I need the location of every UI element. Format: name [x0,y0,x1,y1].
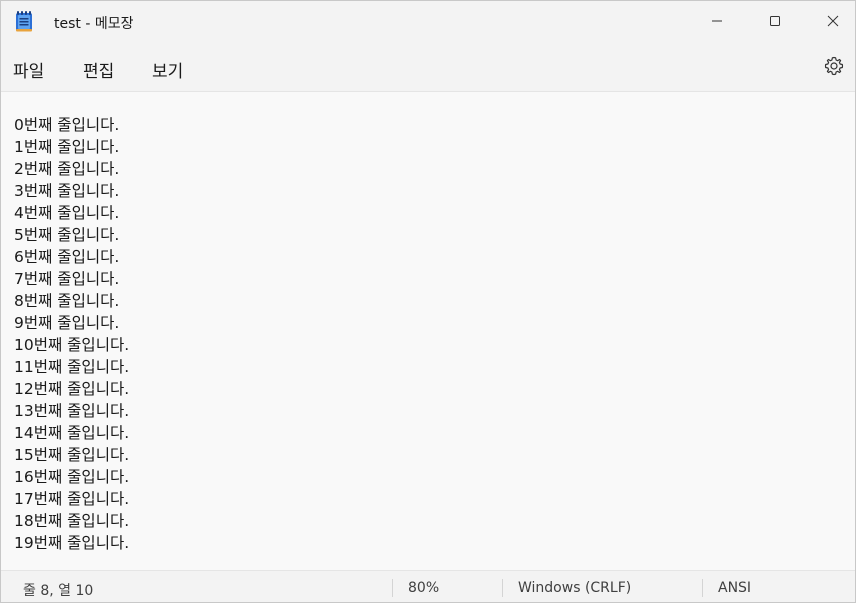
settings-button[interactable] [819,53,849,83]
editor-line[interactable]: 3번째 줄입니다. [14,180,129,202]
maximize-button[interactable] [746,1,804,41]
minimize-icon [711,15,723,27]
line-ending[interactable]: Windows (CRLF) [518,580,631,596]
editor-line[interactable]: 14번째 줄입니다. [14,422,129,444]
gear-icon [824,56,844,80]
notepad-window: test - 메모장 파일 편집 보기 0번째 줄입니다. 1번째 줄입니다. … [0,0,856,603]
menu-view[interactable]: 보기 [150,55,185,84]
menu-edit[interactable]: 편집 [81,55,116,84]
text-editor[interactable]: 0번째 줄입니다. 1번째 줄입니다. 2번째 줄입니다. 3번째 줄입니다. … [1,92,855,570]
close-button[interactable] [804,1,855,41]
editor-line[interactable]: 5번째 줄입니다. [14,224,129,246]
editor-line[interactable]: 19번째 줄입니다. [14,532,129,554]
editor-line[interactable]: 12번째 줄입니다. [14,378,129,400]
editor-line[interactable]: 7번째 줄입니다. [14,268,129,290]
editor-line[interactable]: 17번째 줄입니다. [14,488,129,510]
editor-line[interactable]: 4번째 줄입니다. [14,202,129,224]
zoom-level[interactable]: 80% [408,580,439,596]
editor-line[interactable]: 11번째 줄입니다. [14,356,129,378]
cursor-position: 줄 8, 열 10 [23,583,94,599]
editor-line[interactable]: 10번째 줄입니다. [14,334,129,356]
editor-lines: 0번째 줄입니다. 1번째 줄입니다. 2번째 줄입니다. 3번째 줄입니다. … [14,114,129,554]
editor-line[interactable]: 15번째 줄입니다. [14,444,129,466]
status-divider [702,579,703,597]
editor-line[interactable]: 2번째 줄입니다. [14,158,129,180]
menu-bar: 파일 편집 보기 [1,43,855,92]
title-bar[interactable]: test - 메모장 [1,1,855,43]
maximize-icon [769,15,781,27]
menu-file[interactable]: 파일 [11,55,46,84]
editor-line[interactable]: 0번째 줄입니다. [14,114,129,136]
editor-line[interactable]: 1번째 줄입니다. [14,136,129,158]
editor-line[interactable]: 9번째 줄입니다. [14,312,129,334]
status-divider [502,579,503,597]
encoding[interactable]: ANSI [718,580,751,596]
status-divider [392,579,393,597]
minimize-button[interactable] [688,1,746,41]
close-icon [827,15,839,27]
editor-line[interactable]: 6번째 줄입니다. [14,246,129,268]
window-title: test - 메모장 [54,16,134,32]
editor-line[interactable]: 8번째 줄입니다. [14,290,129,312]
notepad-icon [15,10,33,32]
editor-line[interactable]: 13번째 줄입니다. [14,400,129,422]
editor-line[interactable]: 18번째 줄입니다. [14,510,129,532]
editor-line[interactable]: 16번째 줄입니다. [14,466,129,488]
status-bar: 줄 8, 열 10 80% Windows (CRLF) ANSI [1,570,855,602]
